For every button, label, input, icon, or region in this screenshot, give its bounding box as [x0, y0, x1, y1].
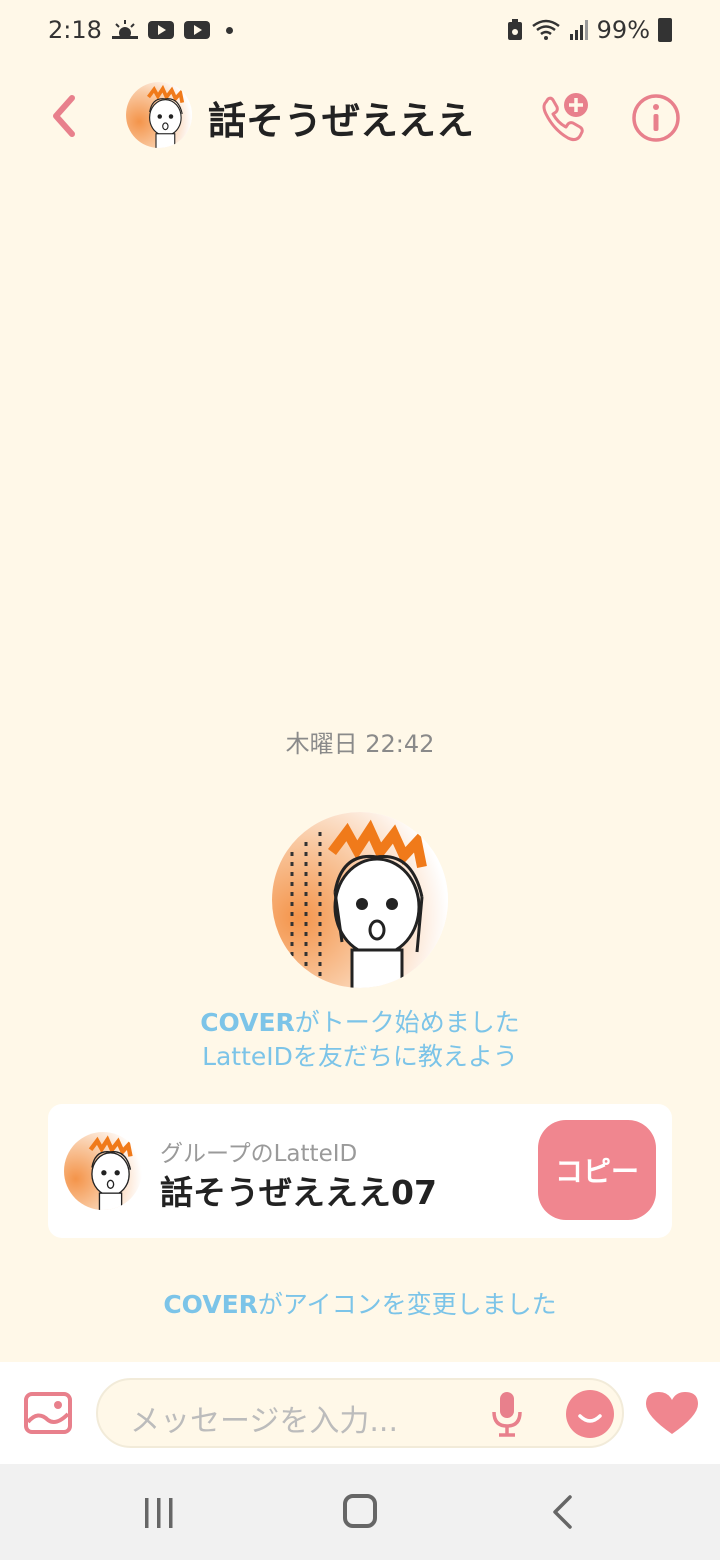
- chat-timestamp: 木曜日 22:42: [285, 730, 435, 758]
- system-message-invite: LatteIDを友だちに教えよう: [202, 1042, 518, 1071]
- status-time: 2:18: [48, 16, 102, 44]
- card-avatar: [64, 1132, 142, 1210]
- message-placeholder: メッセージを入力...: [130, 1404, 399, 1439]
- microphone-icon[interactable]: [492, 1390, 522, 1438]
- back-icon[interactable]: [550, 1494, 574, 1530]
- group-avatar[interactable]: [126, 82, 192, 148]
- system-user-name: COVER: [163, 1290, 258, 1319]
- chevron-left-icon[interactable]: [44, 90, 84, 142]
- phone-add-icon[interactable]: [538, 92, 590, 144]
- recent-apps-icon[interactable]: [142, 1498, 176, 1528]
- home-icon[interactable]: [343, 1494, 377, 1528]
- recycle-icon: [507, 19, 522, 40]
- youtube-icon: [147, 21, 174, 39]
- wifi-icon: [531, 19, 560, 40]
- system-user-name: COVER: [200, 1008, 295, 1037]
- message-input[interactable]: メッセージを入力...: [96, 1378, 624, 1448]
- latte-id-value: 話そうぜえええ07: [160, 1173, 437, 1212]
- latte-id-card: グループのLatteID 話そうぜえええ07 コピー: [48, 1104, 672, 1238]
- weather-icon: [111, 20, 138, 39]
- message-input-bar: メッセージを入力...: [0, 1362, 720, 1464]
- status-bar: 2:18 99%: [0, 0, 720, 60]
- battery-percent: 99%: [596, 16, 650, 44]
- group-icon-large[interactable]: [272, 812, 448, 988]
- copy-button[interactable]: コピー: [538, 1120, 656, 1220]
- info-icon[interactable]: [630, 92, 682, 144]
- system-message-started: COVERがトーク始めました: [0, 1006, 720, 1040]
- latte-id-label: グループのLatteID: [160, 1141, 358, 1167]
- system-message-icon-change: COVERがアイコンを変更しました: [0, 1288, 720, 1322]
- system-started-text: がトーク始めました: [294, 1008, 520, 1037]
- youtube-icon: [183, 21, 210, 39]
- image-icon[interactable]: [24, 1392, 72, 1434]
- chat-title: 話そうぜえええ: [208, 99, 475, 143]
- heart-icon[interactable]: [644, 1390, 700, 1436]
- system-icon-change-text: がアイコンを変更しました: [257, 1290, 557, 1319]
- chat-header: 話そうぜえええ: [0, 70, 720, 162]
- emoji-icon[interactable]: [566, 1390, 614, 1438]
- system-nav-bar: [0, 1464, 720, 1560]
- notification-dot-icon: [225, 26, 233, 34]
- battery-icon: [658, 18, 672, 42]
- signal-icon: [569, 20, 588, 40]
